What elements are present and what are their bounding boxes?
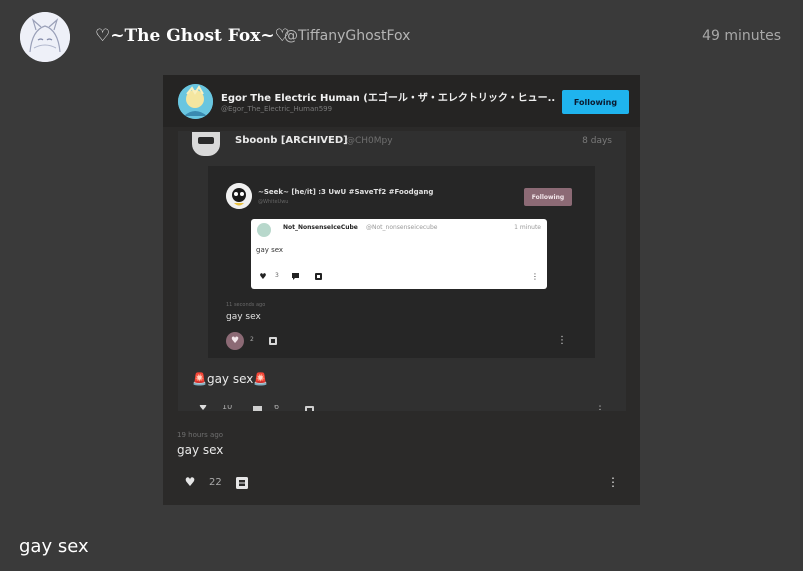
author-handle[interactable]: @Egor_The_Electric_Human599 xyxy=(221,105,332,113)
post-header: ♡~The Ghost Fox~♡ @TiffanyGhostFox 49 mi… xyxy=(0,0,803,80)
author-handle[interactable]: @WhiteUwu xyxy=(258,199,288,205)
post-timestamp[interactable]: 1 minute xyxy=(514,224,541,231)
post-body: gay sex xyxy=(177,443,224,457)
post-actions: ♥ 22 ⋮ xyxy=(183,475,620,491)
siren-icon: 🚨 xyxy=(192,372,207,386)
avatar[interactable] xyxy=(20,12,70,62)
embedded-post[interactable]: Egor The Electric Human (エゴール・ザ・エレクトリック・… xyxy=(163,75,640,505)
like-count: 2 xyxy=(250,336,254,343)
heart-icon[interactable]: ♥ xyxy=(226,332,244,350)
avatar[interactable] xyxy=(178,84,213,119)
quoted-post[interactable]: ~Seek~ [he/it] :3 UwU #SaveTf2 #Foodgang… xyxy=(208,166,595,358)
embed-header: Egor The Electric Human (エゴール・ザ・エレクトリック・… xyxy=(163,75,640,127)
post-timestamp[interactable]: 19 hours ago xyxy=(177,431,223,439)
display-name[interactable]: ♡~The Ghost Fox~♡ xyxy=(95,26,290,46)
author-handle[interactable]: @CH0Mpy xyxy=(346,136,393,146)
post-body: gay sex xyxy=(19,536,89,557)
comment-icon[interactable] xyxy=(291,272,299,280)
siren-icon: 🚨 xyxy=(253,372,269,386)
like-count: 3 xyxy=(275,272,279,279)
post-actions: ♥ 10 6 ⋮ xyxy=(198,405,608,411)
repost-icon[interactable] xyxy=(304,405,314,411)
comment-icon[interactable] xyxy=(252,405,262,411)
more-icon[interactable]: ⋮ xyxy=(596,405,605,411)
avatar[interactable] xyxy=(257,223,271,237)
post-body: 🚨gay sex🚨 xyxy=(192,372,268,386)
heart-icon[interactable]: ♥ xyxy=(198,405,208,411)
like-count: 10 xyxy=(222,405,233,411)
more-icon[interactable]: ⋮ xyxy=(607,475,619,489)
quoted-post[interactable]: Not_NonsenseIceCube @Not_nonsenseicecube… xyxy=(251,219,547,289)
post-actions: ♥ 3 ⋮ xyxy=(259,271,541,281)
post-body: gay sex xyxy=(226,312,261,322)
comment-count: 6 xyxy=(274,405,280,411)
like-count: 22 xyxy=(209,477,222,488)
user-handle[interactable]: @TiffanyGhostFox xyxy=(284,28,410,44)
author-name[interactable]: Egor The Electric Human (エゴール・ザ・エレクトリック・… xyxy=(221,89,556,104)
heart-icon[interactable]: ♥ xyxy=(183,475,197,489)
post-body-text: gay sex xyxy=(206,372,254,386)
repost-icon[interactable] xyxy=(268,336,277,345)
post-actions: ♥ 2 ⋮ xyxy=(226,332,578,350)
quoted-post[interactable]: Sboonb [ARCHIVED] @CH0Mpy 8 days ~Seek~ … xyxy=(178,131,626,411)
avatar[interactable] xyxy=(192,132,220,156)
repost-icon[interactable] xyxy=(235,476,248,489)
post-timestamp[interactable]: 49 minutes xyxy=(702,28,781,44)
more-icon[interactable]: ⋮ xyxy=(557,334,567,346)
following-button[interactable]: Following xyxy=(524,188,572,206)
following-button[interactable]: Following xyxy=(562,90,629,114)
more-icon[interactable]: ⋮ xyxy=(531,271,539,281)
author-name[interactable]: Not_NonsenseIceCube xyxy=(283,224,358,231)
author-name[interactable]: Sboonb [ARCHIVED] xyxy=(235,135,348,146)
post-timestamp[interactable]: 11 seconds ago xyxy=(226,302,265,308)
heart-icon[interactable]: ♥ xyxy=(259,271,267,281)
avatar[interactable] xyxy=(226,183,252,209)
repost-icon[interactable] xyxy=(314,272,322,280)
author-name[interactable]: ~Seek~ [he/it] :3 UwU #SaveTf2 #Foodgang xyxy=(258,188,433,196)
post-timestamp[interactable]: 8 days xyxy=(582,136,612,146)
post-body: gay sex xyxy=(256,246,284,254)
author-handle[interactable]: @Not_nonsenseicecube xyxy=(366,224,437,231)
